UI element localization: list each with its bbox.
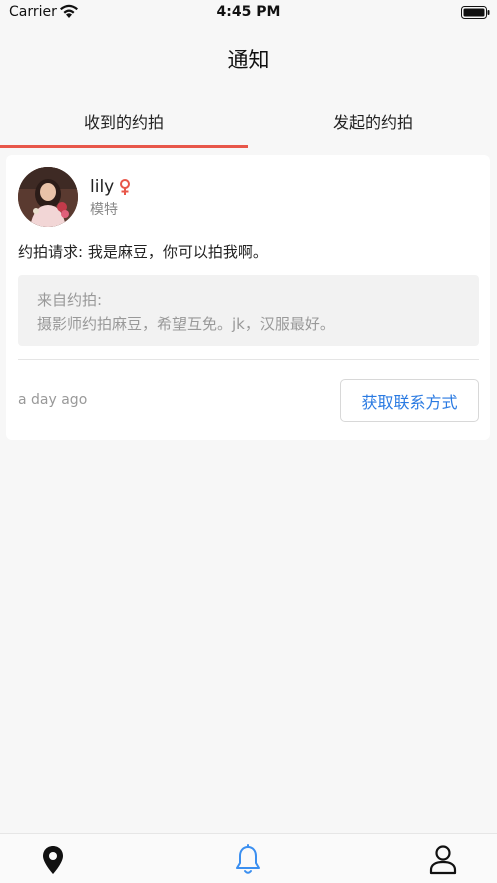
screen: Carrier 4:45 PM 通知 收到的约拍 发起的约拍 lily 模特 约…	[0, 0, 497, 883]
tab-bar-top: 收到的约拍 发起的约拍	[0, 94, 497, 148]
female-icon	[120, 178, 131, 195]
tab-received-shoots[interactable]: 收到的约拍	[0, 94, 248, 148]
bell-icon[interactable]	[233, 844, 263, 876]
bottom-tab-bar	[0, 833, 497, 883]
get-contact-button[interactable]: 获取联系方式	[340, 379, 479, 422]
active-tab-indicator	[0, 145, 248, 148]
timestamp: a day ago	[18, 392, 88, 408]
avatar[interactable]	[18, 167, 78, 227]
status-bar: Carrier 4:45 PM	[0, 0, 497, 26]
battery-icon	[461, 6, 490, 19]
tab-initiated-shoots[interactable]: 发起的约拍	[249, 94, 497, 148]
person-icon[interactable]	[428, 844, 458, 876]
origin-label: 来自约拍:	[37, 291, 103, 309]
user-name: lily	[90, 177, 115, 197]
status-time: 4:45 PM	[216, 4, 281, 20]
location-pin-icon[interactable]	[38, 844, 68, 876]
name-row: lily	[90, 177, 131, 197]
user-role: 模特	[90, 202, 118, 218]
page-title: 通知	[227, 48, 270, 72]
divider	[18, 359, 479, 360]
origin-text: 摄影师约拍麻豆，希望互免。jk，汉服最好。	[37, 315, 335, 333]
origin-box[interactable]: 来自约拍: 摄影师约拍麻豆，希望互免。jk，汉服最好。	[18, 275, 479, 346]
request-message: 约拍请求: 我是麻豆，你可以拍我啊。	[18, 243, 268, 261]
notification-card: lily 模特 约拍请求: 我是麻豆，你可以拍我啊。 来自约拍: 摄影师约拍麻豆…	[6, 155, 490, 440]
